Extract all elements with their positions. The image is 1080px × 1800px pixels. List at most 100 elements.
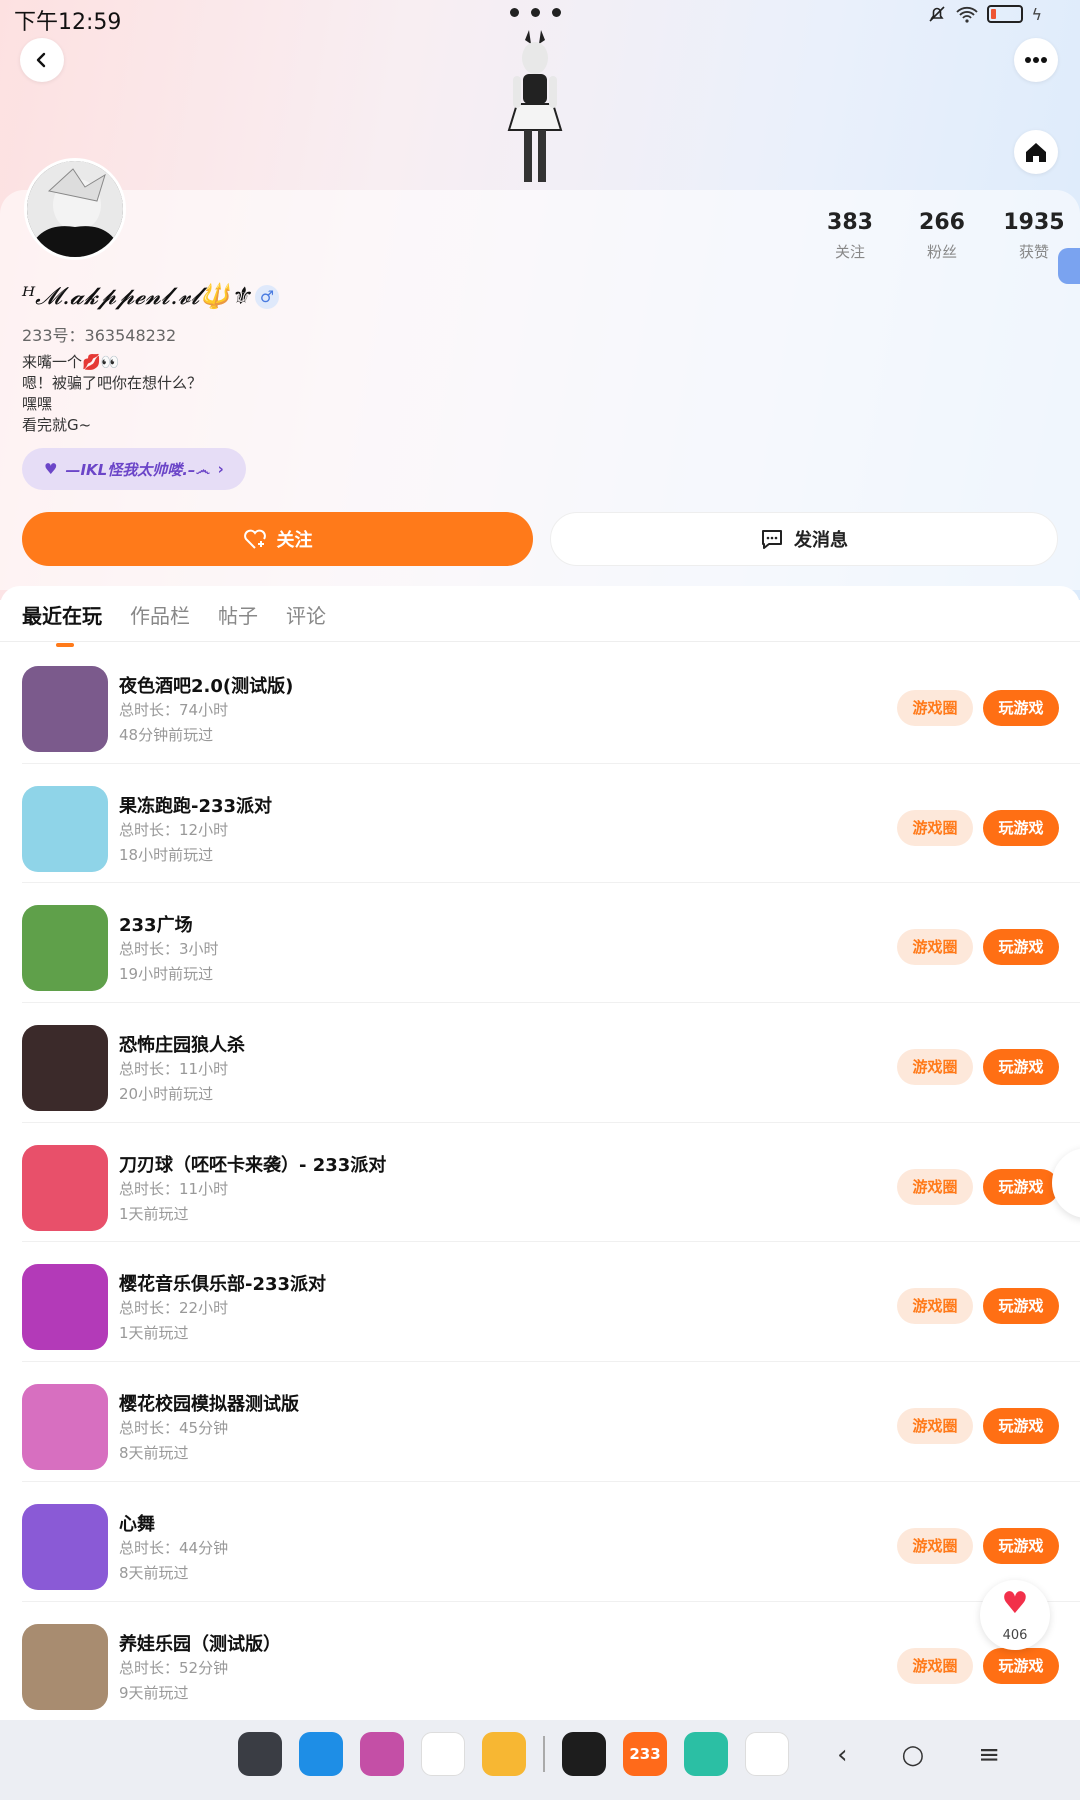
play-game-button[interactable]: 玩游戏 [983, 929, 1059, 966]
bio-line: 嗯！被骗了吧你在想什么？ [22, 374, 203, 392]
game-row[interactable]: 樱花音乐俱乐部-233派对 总时长：22小时 1天前玩过 游戏圈 玩游戏 [22, 1242, 1080, 1363]
game-title: 夜色酒吧2.0(测试版) [119, 676, 294, 697]
game-icon[interactable] [22, 1025, 108, 1112]
play-game-button[interactable]: 玩游戏 [983, 809, 1059, 846]
chevron-right-icon: › [217, 460, 224, 478]
game-last-played: 19小时前玩过 [119, 965, 214, 984]
more-button[interactable] [1014, 38, 1058, 82]
game-icon[interactable] [22, 1384, 108, 1471]
tab-posts[interactable]: 帖子 [218, 600, 258, 643]
game-duration: 总时长：12小时 [119, 820, 229, 839]
side-drawer-tab[interactable] [1058, 248, 1080, 284]
tab-comments[interactable]: 评论 [286, 600, 326, 643]
window-handle-dots[interactable] [510, 8, 561, 17]
play-game-button[interactable]: 玩游戏 [983, 1288, 1059, 1325]
game-title: 恐怖庄园狼人杀 [119, 1035, 245, 1057]
nav-home-icon[interactable]: ○ [902, 1740, 925, 1770]
game-circle-button[interactable]: 游戏圈 [897, 1288, 973, 1325]
233-app-icon[interactable]: 233 [623, 1732, 667, 1776]
tab-recently-played[interactable]: 最近在玩 [22, 600, 102, 647]
game-circle-button[interactable]: 游戏圈 [897, 1408, 973, 1445]
game-duration: 总时长：11小时 [119, 1060, 229, 1079]
home-button[interactable] [1014, 130, 1058, 174]
game-title: 心舞 [119, 1513, 155, 1535]
friend-tag-label: —IKL怪我太帅喽.–෴ [65, 460, 210, 479]
game-icon[interactable] [22, 785, 108, 872]
play-game-button[interactable]: 玩游戏 [983, 1527, 1059, 1564]
camera-app-icon[interactable] [421, 1732, 465, 1776]
avatar-character-figure [507, 30, 563, 182]
game-icon[interactable] [22, 1264, 108, 1351]
play-game-button[interactable]: 玩游戏 [983, 690, 1059, 726]
screen-recorder-app-icon[interactable] [562, 1732, 606, 1776]
play-game-button[interactable]: 玩游戏 [983, 1049, 1059, 1086]
game-row[interactable]: 果冻跑跑-233派对 总时长：12小时 18小时前玩过 游戏圈 玩游戏 [22, 764, 1080, 884]
tab-works[interactable]: 作品栏 [130, 600, 190, 643]
battery-icon [987, 5, 1024, 23]
stat-value: 383 [827, 210, 873, 235]
game-icon[interactable] [22, 1503, 108, 1590]
game-circle-button[interactable]: 游戏圈 [897, 690, 973, 726]
game-duration: 总时长：3小时 [119, 940, 219, 959]
game-last-played: 20小时前玩过 [119, 1085, 214, 1104]
heart-icon: ♥ [44, 460, 58, 478]
security-app-icon[interactable] [684, 1732, 728, 1776]
notes-app-icon[interactable] [482, 1732, 526, 1776]
233-app-label: 233 [629, 1745, 661, 1763]
game-row[interactable]: 恐怖庄园狼人杀 总时长：11小时 20小时前玩过 游戏圈 玩游戏 [22, 1003, 1080, 1123]
game-last-played: 1天前玩过 [119, 1204, 189, 1223]
nav-menu-icon[interactable]: ≡ [978, 1740, 1000, 1770]
play-game-button[interactable]: 玩游戏 [983, 1168, 1059, 1205]
game-last-played: 8天前玩过 [119, 1444, 189, 1463]
game-duration: 总时长：52分钟 [119, 1658, 229, 1677]
game-icon[interactable] [22, 1144, 108, 1231]
game-circle-button[interactable]: 游戏圈 [897, 1527, 973, 1564]
gender-male-icon: ♂ [255, 285, 279, 309]
profile-stats: 383 关注 266 粉丝 1935 获赞 [804, 210, 1080, 262]
game-row[interactable]: 樱花校园模拟器测试版 总时长：45分钟 8天前玩过 游戏圈 玩游戏 [22, 1362, 1080, 1482]
play-game-button[interactable]: 玩游戏 [983, 1408, 1059, 1445]
browser-app-icon[interactable] [299, 1732, 343, 1776]
game-circle-button[interactable]: 游戏圈 [897, 1647, 973, 1684]
friend-tag-pill[interactable]: ♥ —IKL怪我太帅喽.–෴ › [22, 448, 246, 490]
game-row[interactable]: 233广场 总时长：3小时 19小时前玩过 游戏圈 玩游戏 [22, 883, 1080, 1004]
mute-bell-icon [929, 6, 946, 22]
bio-line: 来嘴一个💋👀 [22, 353, 120, 371]
tab-divider [0, 641, 1080, 642]
follow-label: 关注 [276, 530, 313, 551]
game-duration: 总时长：44分钟 [119, 1538, 229, 1557]
game-list: 夜色酒吧2.0(测试版) 总时长：74小时 48分钟前玩过 游戏圈 玩游戏 果冻… [0, 644, 1080, 1722]
play-game-button[interactable]: 玩游戏 [983, 1647, 1059, 1684]
game-row[interactable]: 养娃乐园（测试版） 总时长：52分钟 9天前玩过 游戏圈 玩游戏 [22, 1602, 1080, 1722]
game-icon[interactable] [22, 1623, 108, 1710]
profile-content: 最近在玩 作品栏 帖子 评论 夜色酒吧2.0(测试版) 总时长：74小时 48分… [0, 586, 1080, 1722]
game-circle-button[interactable]: 游戏圈 [897, 1168, 973, 1205]
floating-like-button[interactable]: ♥ 406 [980, 1580, 1050, 1650]
chevron-left-icon [36, 52, 46, 68]
game-circle-button[interactable]: 游戏圈 [897, 1049, 973, 1086]
game-row[interactable]: 夜色酒吧2.0(测试版) 总时长：74小时 48分钟前玩过 游戏圈 玩游戏 [22, 644, 1080, 764]
message-button[interactable]: 发消息 [550, 512, 1058, 566]
bio: 来嘴一个💋👀 嗯！被骗了吧你在想什么？ 嘿嘿 看完就G~ [22, 352, 202, 436]
avatar[interactable] [24, 158, 126, 260]
back-button[interactable] [20, 38, 64, 82]
game-icon[interactable] [22, 666, 108, 752]
game-last-played: 1天前玩过 [119, 1324, 189, 1343]
game-circle-button[interactable]: 游戏圈 [897, 929, 973, 966]
nav-back-icon[interactable]: ‹ [837, 1740, 847, 1770]
game-icon[interactable] [22, 905, 108, 992]
follow-button[interactable]: 关注 [22, 512, 533, 566]
game-row[interactable]: 刀刃球（呸呸卡来袭）- 233派对 总时长：11小时 1天前玩过 游戏圈 玩游戏 [22, 1123, 1080, 1243]
gallery-app-icon[interactable] [360, 1732, 404, 1776]
like-count: 406 [1002, 1628, 1028, 1643]
clock-app-icon[interactable] [238, 1732, 282, 1776]
stat-followers[interactable]: 266 粉丝 [896, 210, 988, 262]
avatar-image [27, 161, 123, 257]
stat-value: 266 [919, 210, 965, 235]
game-circle-button[interactable]: 游戏圈 [897, 809, 973, 846]
stat-label: 粉丝 [926, 243, 957, 261]
bio-line: 看完就G~ [22, 416, 92, 434]
stat-following[interactable]: 383 关注 [804, 210, 896, 262]
apps-grid-icon[interactable] [745, 1732, 789, 1776]
game-row[interactable]: 心舞 总时长：44分钟 8天前玩过 游戏圈 玩游戏 [22, 1482, 1080, 1602]
